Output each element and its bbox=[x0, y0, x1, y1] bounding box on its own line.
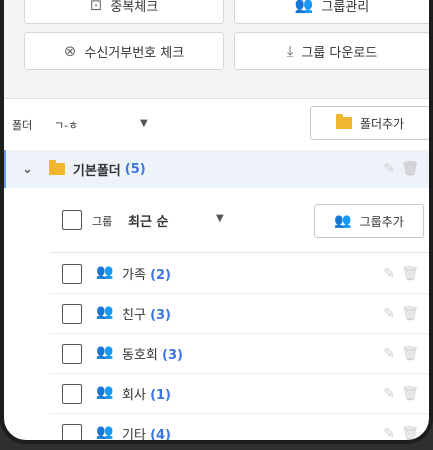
chevron-down-icon[interactable]: ▼ bbox=[216, 213, 224, 224]
group-row[interactable]: 👥 가족 (2) ✎ 🗑 bbox=[50, 254, 429, 294]
reject-number-check-label: 수신거부번호 체크 bbox=[84, 45, 185, 61]
action-toolbar: ⊡ 중복체크 👥 그룹관리 ⊗ 수신거부번호 체크 ⤓ 그룹 다운로드 bbox=[4, 0, 429, 99]
group-row[interactable]: 👥 동호회 (3) ✎ 🗑 bbox=[50, 334, 429, 374]
folder-sort-select[interactable]: ㄱ-ㅎ bbox=[54, 117, 78, 133]
group-checkbox[interactable] bbox=[62, 344, 82, 364]
folder-icon bbox=[48, 160, 65, 175]
folder-name: 기본폴더 bbox=[72, 163, 121, 179]
group-checkbox[interactable] bbox=[62, 304, 82, 324]
add-group-label: 그룹추가 bbox=[359, 214, 404, 229]
group-name: 동호회 (3) bbox=[122, 348, 183, 363]
trash-icon[interactable]: 🗑 bbox=[401, 386, 419, 402]
folder-count: (5) bbox=[124, 161, 146, 177]
group-manage-icon: 👥 bbox=[294, 0, 314, 14]
duplicate-check-icon: ⊡ bbox=[89, 0, 103, 14]
add-group-button[interactable]: 👥 그룹추가 bbox=[314, 204, 424, 238]
duplicate-check-label: 중복체크 bbox=[110, 0, 159, 15]
group-name: 가족 (2) bbox=[122, 268, 171, 283]
group-row[interactable]: 👥 기타 (4) ✎ 🗑 bbox=[50, 414, 429, 443]
group-icon: 👥 bbox=[96, 344, 114, 360]
group-row[interactable]: 👥 친구 (3) ✎ 🗑 bbox=[50, 294, 429, 334]
group-checkbox[interactable] bbox=[62, 264, 82, 284]
folder-filter-row: 폴더 ㄱ-ㅎ ▼ 폴더추가 bbox=[4, 98, 429, 148]
group-row[interactable]: 👥 회사 (1) ✎ 🗑 bbox=[50, 374, 429, 414]
trash-icon[interactable]: 🗑 bbox=[401, 266, 419, 282]
edit-icon[interactable]: ✎ bbox=[383, 346, 395, 362]
folder-header[interactable]: ⌄ 기본폴더 (5) ✎ 🗑 bbox=[4, 150, 429, 188]
folder-icon bbox=[335, 114, 352, 129]
group-sort-select[interactable]: 최근 순 bbox=[128, 211, 168, 230]
duplicate-check-button[interactable]: ⊡ 중복체크 bbox=[24, 0, 224, 24]
group-name: 친구 (3) bbox=[122, 308, 171, 323]
edit-icon[interactable]: ✎ bbox=[383, 266, 395, 282]
folder-filter-label: 폴더 bbox=[12, 119, 33, 132]
group-filter-label: 그룹 bbox=[92, 215, 113, 228]
trash-icon[interactable]: 🗑 bbox=[401, 161, 419, 177]
group-icon: 👥 bbox=[96, 384, 114, 400]
edit-icon[interactable]: ✎ bbox=[383, 306, 395, 322]
trash-icon[interactable]: 🗑 bbox=[401, 346, 419, 362]
group-manage-button[interactable]: 👥 그룹관리 bbox=[234, 0, 429, 24]
group-name: 회사 (1) bbox=[122, 388, 171, 403]
edit-icon[interactable]: ✎ bbox=[383, 161, 395, 177]
group-icon: 👥 bbox=[96, 304, 114, 320]
reject-number-check-button[interactable]: ⊗ 수신거부번호 체크 bbox=[24, 32, 224, 70]
group-download-label: 그룹 다운로드 bbox=[301, 45, 378, 61]
group-icon: 👥 bbox=[334, 213, 352, 229]
trash-icon[interactable]: 🗑 bbox=[401, 306, 419, 322]
group-manage-label: 그룹관리 bbox=[321, 0, 370, 15]
chevron-down-icon[interactable]: ▼ bbox=[140, 118, 148, 129]
group-download-button[interactable]: ⤓ 그룹 다운로드 bbox=[234, 32, 429, 70]
trash-icon[interactable]: 🗑 bbox=[401, 426, 419, 440]
edit-icon[interactable]: ✎ bbox=[383, 386, 395, 402]
add-folder-button[interactable]: 폴더추가 bbox=[310, 106, 429, 140]
group-checkbox[interactable] bbox=[62, 424, 82, 440]
add-folder-label: 폴더추가 bbox=[359, 116, 405, 131]
group-name: 기타 (4) bbox=[122, 428, 171, 443]
phone-screen: ⊡ 중복체크 👥 그룹관리 ⊗ 수신거부번호 체크 ⤓ 그룹 다운로드 폴더 ㄱ… bbox=[0, 0, 433, 444]
select-all-checkbox[interactable] bbox=[62, 210, 82, 230]
circle-x-icon: ⊗ bbox=[63, 42, 77, 60]
download-icon: ⤓ bbox=[286, 42, 294, 60]
edit-icon[interactable]: ✎ bbox=[383, 426, 395, 440]
group-icon: 👥 bbox=[96, 264, 114, 280]
chevron-down-icon[interactable]: ⌄ bbox=[22, 162, 33, 177]
group-icon: 👥 bbox=[96, 424, 114, 440]
group-checkbox[interactable] bbox=[62, 384, 82, 404]
group-filter-row: 그룹 최근 순 ▼ 👥 그룹추가 bbox=[50, 190, 429, 253]
